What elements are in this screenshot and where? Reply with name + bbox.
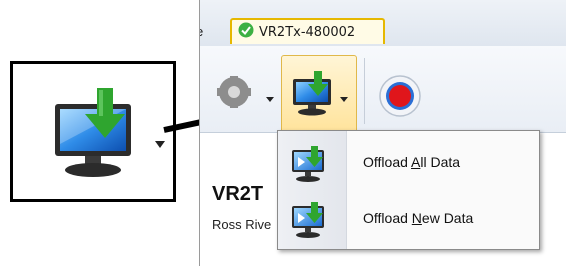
offload-monitor-icon <box>291 70 335 121</box>
offload-menu: Offload All Data Offload New Data <box>277 130 540 250</box>
offload-button[interactable] <box>281 55 357 135</box>
zoom-callout <box>10 61 176 202</box>
offload-new-icon <box>290 201 330 246</box>
app-window: e VR2Tx-480002 <box>199 0 566 266</box>
toolbar-divider <box>364 58 365 124</box>
offload-monitor-icon <box>51 86 141 186</box>
device-title: VR2T <box>212 183 264 205</box>
settings-button[interactable] <box>210 75 256 113</box>
check-circle-icon <box>238 22 254 43</box>
record-icon <box>379 75 421 117</box>
menu-item-offload-new[interactable]: Offload New Data <box>278 191 539 245</box>
tab-partial[interactable]: e <box>200 24 203 39</box>
menu-item-offload-new-label: Offload New Data <box>363 210 474 226</box>
record-button[interactable] <box>378 74 422 123</box>
tab-device-label: VR2Tx-480002 <box>259 24 356 40</box>
device-subtitle: Ross Rive <box>212 217 272 232</box>
tab-strip: e VR2Tx-480002 <box>200 0 566 47</box>
menu-item-offload-all[interactable]: Offload All Data <box>278 135 539 189</box>
settings-chevron-down-icon[interactable] <box>266 90 274 108</box>
menu-item-offload-all-label: Offload All Data <box>363 154 461 170</box>
ribbon-toolbar <box>200 46 566 135</box>
tab-device[interactable]: VR2Tx-480002 <box>230 18 385 44</box>
gear-icon <box>217 75 251 109</box>
offload-chevron-down-icon <box>340 90 348 108</box>
offload-all-icon <box>290 145 330 190</box>
